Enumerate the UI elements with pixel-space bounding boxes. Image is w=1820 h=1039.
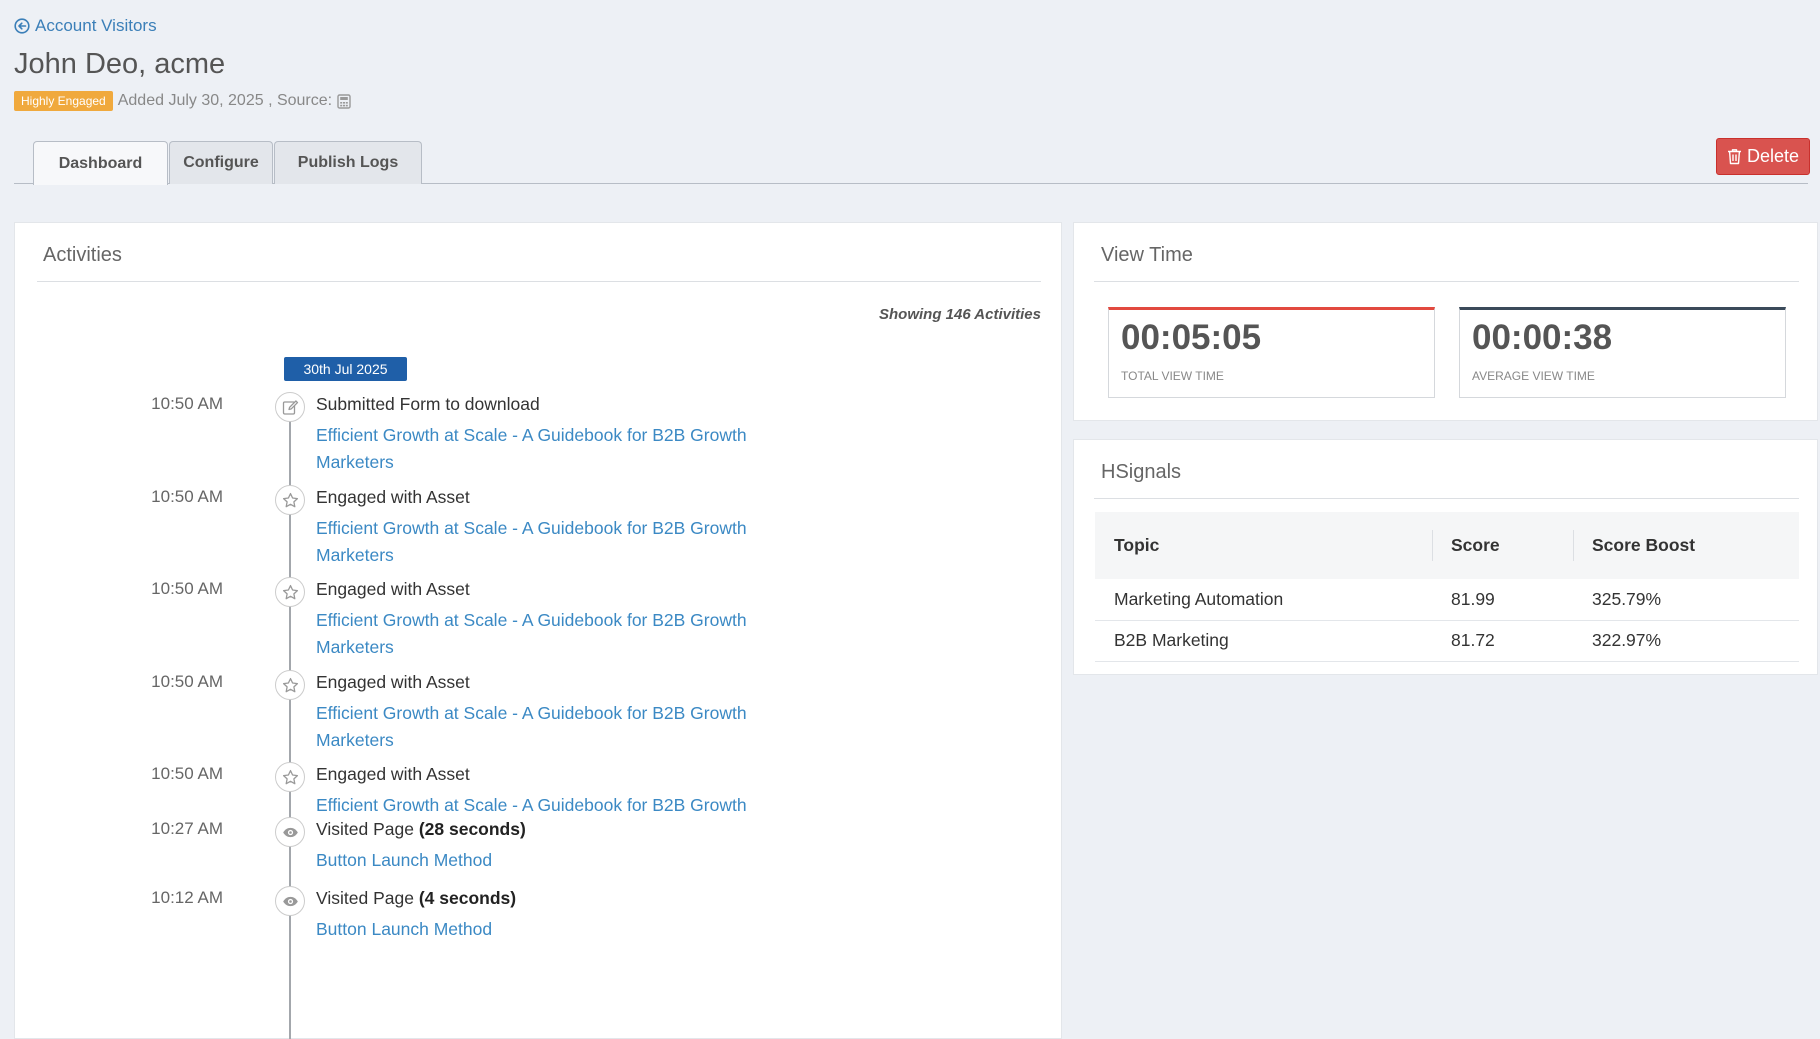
tab-dashboard[interactable]: Dashboard xyxy=(33,141,168,185)
hsignals-panel: HSignals Topic Score Score Boost Marketi… xyxy=(1073,439,1818,675)
activity-title: Engaged with Asset xyxy=(316,487,470,507)
engagement-badge: Highly Engaged xyxy=(14,91,113,111)
activity-title: Engaged with Asset xyxy=(316,672,470,692)
score-cell: 81.99 xyxy=(1432,579,1573,621)
trash-icon xyxy=(1727,149,1741,165)
activity-time: 10:50 AM xyxy=(151,487,223,506)
column-header-score[interactable]: Score xyxy=(1432,512,1573,579)
page-title: John Deo, acme xyxy=(14,48,226,80)
visitor-meta: Highly Engaged Added July 30, 2025 , Sou… xyxy=(14,91,351,111)
star-icon xyxy=(275,762,305,792)
hsignals-divider xyxy=(1094,498,1799,499)
total-view-time-value: 00:05:05 xyxy=(1121,318,1262,357)
activity-title: Visited Page (4 seconds) xyxy=(316,888,516,909)
activity-asset-link[interactable]: Efficient Growth at Scale - A Guidebook … xyxy=(316,422,776,476)
added-text: Added July 30, 2025 , Source: xyxy=(117,92,333,109)
visit-duration: (28 seconds) xyxy=(418,819,526,839)
activities-title: Activities xyxy=(43,244,122,266)
back-link-label: Account Visitors xyxy=(35,16,157,35)
average-view-time-label: AVERAGE VIEW TIME xyxy=(1472,369,1595,383)
table-row: Marketing Automation 81.99 325.79% xyxy=(1095,579,1799,621)
arrow-left-circle-icon xyxy=(14,18,30,34)
activities-count: Showing 146 Activities xyxy=(879,306,1041,323)
topic-cell: Marketing Automation xyxy=(1095,579,1432,621)
activity-page-link[interactable]: Button Launch Method xyxy=(316,916,776,943)
score-boost-cell: 325.79% xyxy=(1573,579,1799,621)
activity-title-text: Visited Page xyxy=(316,819,414,839)
activity-title: Engaged with Asset xyxy=(316,579,470,599)
hsignals-table: Topic Score Score Boost Marketing Automa… xyxy=(1095,512,1799,662)
score-boost-cell: 322.97% xyxy=(1573,620,1799,662)
activity-page-link[interactable]: Button Launch Method xyxy=(316,847,776,874)
table-row: B2B Marketing 81.72 322.97% xyxy=(1095,620,1799,662)
tab-publish-logs[interactable]: Publish Logs xyxy=(274,141,422,184)
activity-asset-link[interactable]: Efficient Growth at Scale - A Guidebook … xyxy=(316,515,776,569)
score-cell: 81.72 xyxy=(1432,620,1573,662)
average-view-time-card: 00:00:38 AVERAGE VIEW TIME xyxy=(1459,307,1786,398)
activity-time: 10:50 AM xyxy=(151,764,223,783)
delete-label: Delete xyxy=(1746,146,1800,166)
activity-title: Engaged with Asset xyxy=(316,764,470,784)
column-header-topic[interactable]: Topic xyxy=(1095,512,1432,579)
activities-divider xyxy=(37,281,1041,282)
view-time-title: View Time xyxy=(1101,244,1193,266)
activity-time: 10:12 AM xyxy=(151,888,223,907)
timeline-date-badge: 30th Jul 2025 xyxy=(284,357,407,381)
edit-icon xyxy=(275,392,305,422)
star-icon xyxy=(275,577,305,607)
star-icon xyxy=(275,670,305,700)
column-header-score-boost[interactable]: Score Boost xyxy=(1573,512,1799,579)
total-view-time-label: TOTAL VIEW TIME xyxy=(1121,369,1224,383)
activity-title: Visited Page (28 seconds) xyxy=(316,819,526,840)
activity-asset-link[interactable]: Efficient Growth at Scale - A Guidebook … xyxy=(316,792,776,819)
eye-icon xyxy=(275,817,305,847)
average-view-time-value: 00:00:38 xyxy=(1472,318,1613,357)
activity-time: 10:50 AM xyxy=(151,672,223,691)
total-view-time-card: 00:05:05 TOTAL VIEW TIME xyxy=(1108,307,1435,398)
activity-time: 10:50 AM xyxy=(151,394,223,413)
tab-configure[interactable]: Configure xyxy=(169,141,273,184)
activity-title: Submitted Form to download xyxy=(316,394,540,414)
topic-cell: B2B Marketing xyxy=(1095,620,1432,662)
back-link-account-visitors[interactable]: Account Visitors xyxy=(14,16,157,36)
table-header-row: Topic Score Score Boost xyxy=(1095,512,1799,579)
activities-panel: Activities Showing 146 Activities 30th J… xyxy=(14,222,1062,1039)
view-time-divider xyxy=(1094,281,1799,282)
view-time-panel: View Time 00:05:05 TOTAL VIEW TIME 00:00… xyxy=(1073,222,1818,421)
calculator-icon xyxy=(337,93,351,109)
activity-asset-link[interactable]: Efficient Growth at Scale - A Guidebook … xyxy=(316,607,776,661)
activity-time: 10:50 AM xyxy=(151,579,223,598)
star-icon xyxy=(275,485,305,515)
activity-title-text: Visited Page xyxy=(316,888,414,908)
eye-icon xyxy=(275,886,305,916)
delete-button[interactable]: Delete xyxy=(1716,138,1810,175)
activity-time: 10:27 AM xyxy=(151,819,223,838)
activity-asset-link[interactable]: Efficient Growth at Scale - A Guidebook … xyxy=(316,700,776,754)
hsignals-title: HSignals xyxy=(1101,461,1182,483)
visit-duration: (4 seconds) xyxy=(418,888,517,908)
